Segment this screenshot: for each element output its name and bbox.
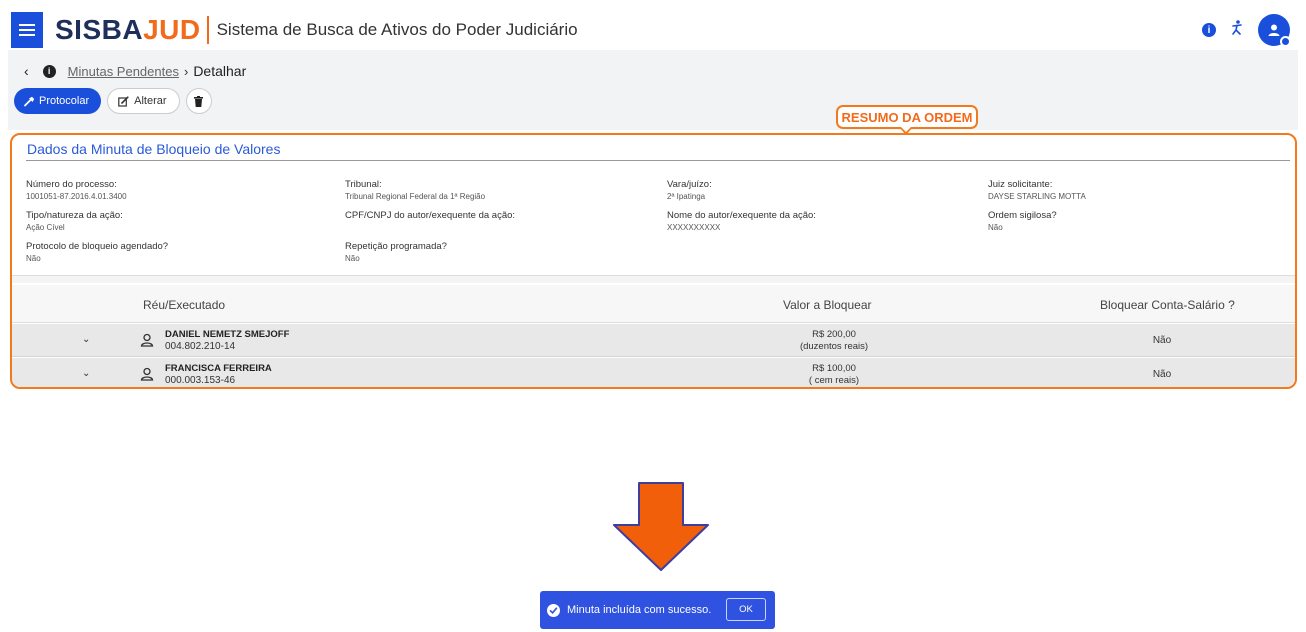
info-icon[interactable]: i [1202,23,1216,37]
brand-divider [206,16,209,44]
field-vara-juizo: Vara/juízo: 2ª Ipatinga [667,179,712,201]
brand-logo[interactable]: SISBAJUD [55,14,201,46]
top-header: SISBAJUD Sistema de Busca de Ativos do P… [8,10,1298,50]
brand-name-part1: SISBA [55,14,144,45]
field-value: Não [345,254,360,263]
field-label: Protocolo de bloqueio agendado? [26,241,169,252]
trash-icon [194,95,204,107]
breadcrumb-separator: › [183,63,189,79]
conta-salario-value: Não [1152,335,1172,346]
field-value: 1001051-87.2016.4.01.3400 [26,192,127,201]
column-header-conta-salario: Bloquear Conta-Salário ? [1100,298,1235,312]
field-value: DAYSE STARLING MOTTA [988,192,1086,201]
user-avatar-icon[interactable] [1258,14,1291,47]
field-label: CPF/CNPJ do autor/exequente da ação: [345,210,516,221]
column-header-reu: Réu/Executado [143,298,226,312]
card-title-rule [26,160,1290,161]
valor-bloquear: R$ 200,00 [812,329,856,340]
alterar-label: Alterar [134,95,167,107]
accessibility-icon[interactable] [1230,19,1244,41]
reu-cpf: 004.802.210-14 [165,341,236,352]
chevron-down-icon[interactable]: ⌄ [82,334,90,345]
field-value: Ação Cível [26,223,65,232]
field-label: Tipo/natureza da ação: [26,210,123,221]
breadcrumb: ‹ i Minutas Pendentes › Detalhar [24,63,246,79]
delete-button[interactable] [185,88,212,114]
resumo-ordem-callout: RESUMO DA ORDEM [836,105,978,129]
user-status-dot [1280,36,1291,47]
field-nome-autor: Nome do autor/exequente da ação: XXXXXXX… [667,210,816,232]
field-value: 2ª Ipatinga [667,192,706,201]
field-value: Tribunal Regional Federal da 1ª Região [345,192,486,201]
field-protocolo-agendado: Protocolo de bloqueio agendado? Não [26,241,168,263]
header-actions: i [1202,10,1291,50]
app-subtitle: Sistema de Busca de Ativos do Poder Judi… [216,20,578,39]
field-repeticao-programada: Repetição programada? Não [345,241,447,263]
field-cpf-cnpj-autor: CPF/CNPJ do autor/exequente da ação: [345,210,515,223]
edit-icon [118,95,129,107]
field-label: Nome do autor/exequente da ação: [667,210,816,221]
protocolar-label: Protocolar [39,95,90,107]
valor-extenso: ( cem reais) [808,375,860,386]
column-header-valor: Valor a Bloquear [783,298,872,312]
field-tribunal: Tribunal: Tribunal Regional Federal da 1… [345,179,485,201]
hamburger-icon [19,24,35,36]
field-label: Juiz solicitante: [988,179,1053,190]
check-circle-icon [547,603,560,617]
info-icon[interactable]: i [42,64,56,78]
field-label: Tribunal: [345,179,382,190]
brand-name-part2: JUD [143,14,201,45]
table-row[interactable]: ⌄ DANIEL NEMETZ SMEJOFF 004.802.210-14 R… [12,324,1295,357]
reu-cpf: 000.003.153-46 [165,375,236,386]
field-juiz-solicitante: Juiz solicitante: DAYSE STARLING MOTTA [988,179,1086,201]
toast-ok-button[interactable]: OK [726,598,766,621]
field-numero-processo: Número do processo: 1001051-87.2016.4.01… [26,179,127,201]
alterar-button[interactable]: Alterar [107,88,180,114]
table-header: Réu/Executado Valor a Bloquear Bloquear … [12,285,1295,323]
person-icon [140,367,154,381]
reu-name: DANIEL NEMETZ SMEJOFF [165,329,290,340]
menu-button[interactable] [11,12,43,48]
valor-extenso: (duzentos reais) [799,341,869,352]
reu-name: FRANCISCA FERREIRA [165,363,272,374]
field-label: Repetição programada? [345,241,447,252]
protocolar-button[interactable]: Protocolar [14,88,102,114]
field-value: Não [26,254,41,263]
breadcrumb-current: Detalhar [193,63,247,79]
field-label: Número do processo: [26,179,117,190]
field-label: Ordem sigilosa? [988,210,1057,221]
person-icon [140,333,154,347]
action-toolbar: Protocolar Alterar [14,88,212,114]
field-tipo-natureza: Tipo/natureza da ação: Ação Cível [26,210,123,232]
success-toast: Minuta incluída com sucesso. OK [540,591,775,629]
callout-tail-inner [901,127,911,132]
down-arrow-annotation [613,482,709,571]
toast-message: Minuta incluída com sucesso. [567,604,712,616]
breadcrumb-link-minutas[interactable]: Minutas Pendentes [68,64,179,79]
field-value: XXXXXXXXXX [667,223,721,232]
field-label: Vara/juízo: [667,179,712,190]
field-ordem-sigilosa: Ordem sigilosa? Não [988,210,1057,232]
field-value: Não [988,223,1003,232]
hammer-icon [24,96,35,106]
card-gap [12,276,1295,283]
table-row[interactable]: ⌄ FRANCISCA FERREIRA 000.003.153-46 R$ 1… [12,358,1295,387]
back-icon[interactable]: ‹ [24,63,29,79]
order-summary-card: Dados da Minuta de Bloqueio de Valores N… [10,133,1297,389]
card-title: Dados da Minuta de Bloqueio de Valores [27,141,281,157]
chevron-down-icon[interactable]: ⌄ [82,368,90,379]
valor-bloquear: R$ 100,00 [812,363,856,374]
conta-salario-value: Não [1152,369,1172,380]
